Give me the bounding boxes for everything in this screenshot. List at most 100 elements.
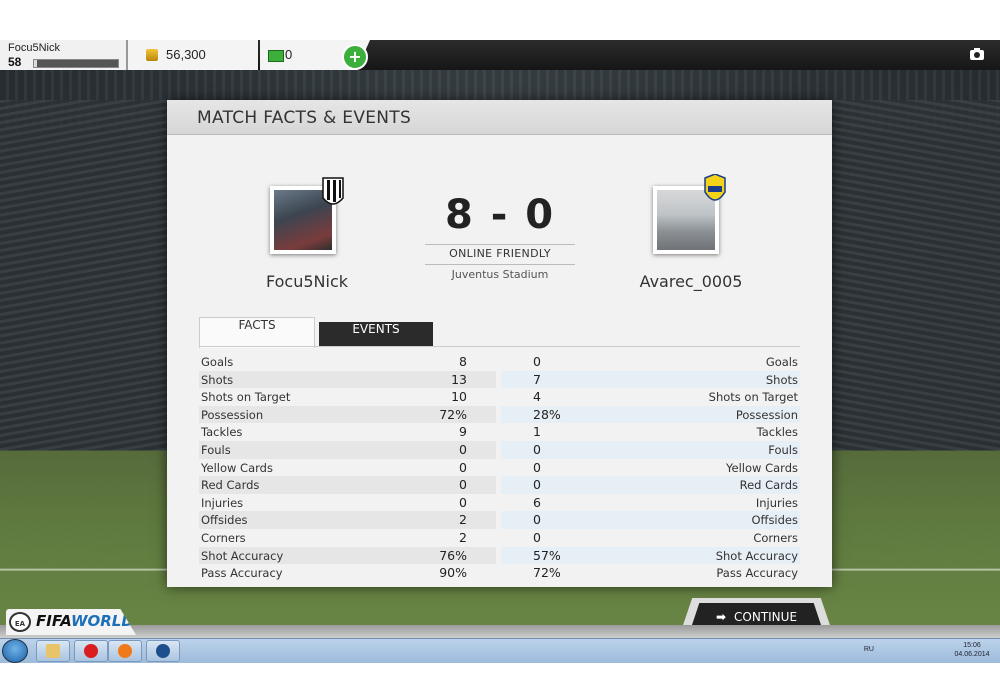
coin-icon — [146, 49, 158, 61]
language-indicator[interactable]: RU — [864, 646, 874, 653]
fifa-points-icon — [268, 50, 284, 62]
ea-logo: EA — [9, 612, 31, 632]
xp-progress-fill — [34, 60, 37, 67]
origin-icon — [118, 644, 132, 658]
anzhi-badge-icon — [704, 174, 726, 201]
match-facts-modal: MATCH FACTS & EVENTS 8 - 0 ONLINE FRIEND… — [167, 100, 832, 587]
profile-box[interactable]: Focu5Nick 58 — [0, 40, 128, 70]
stat-value-away: 72% — [533, 565, 561, 581]
stat-label-home: Fouls — [201, 442, 231, 457]
taskbar-fifa-world[interactable] — [146, 640, 180, 662]
modal-title: MATCH FACTS & EVENTS — [197, 108, 412, 128]
stat-label-away: Shots on Target — [708, 390, 798, 405]
stat-row: Yellow Cards 0 0 Yellow Cards — [199, 459, 800, 477]
juventus-badge-icon — [322, 177, 344, 205]
stat-label-away: Shot Accuracy — [715, 548, 798, 563]
stat-row: Shots on Target 10 4 Shots on Target — [199, 388, 800, 406]
coins-box: 56,300 — [128, 40, 258, 70]
continue-label: CONTINUE — [734, 610, 798, 624]
stats-table: Goals 8 0 Goals Shots 13 7 Shots Shots on Target… — [199, 353, 800, 582]
stat-label-away: Injuries — [755, 495, 798, 510]
xp-progress-bar — [33, 59, 119, 68]
stat-label-home: Shot Accuracy — [201, 548, 284, 563]
stat-label-away: Pass Accuracy — [716, 566, 798, 581]
stat-value-away: 4 — [533, 389, 541, 405]
stat-label-home: Pass Accuracy — [201, 566, 283, 581]
modal-header: MATCH FACTS & EVENTS — [167, 100, 832, 135]
match-type: ONLINE FRIENDLY — [449, 247, 551, 260]
stat-label-away: Goals — [765, 355, 798, 369]
stat-value-home: 2 — [459, 529, 467, 545]
opera-icon — [84, 644, 98, 658]
tab-facts[interactable]: FACTS — [199, 317, 315, 348]
stat-label-home: Corners — [201, 530, 246, 545]
away-team-name: Avarec_0005 — [639, 272, 743, 291]
tab-events[interactable]: EVENTS — [319, 322, 433, 347]
stat-label-away: Fouls — [768, 442, 798, 457]
fifa-points-value: 0 — [285, 47, 293, 62]
stadium-stand-right — [810, 100, 1000, 460]
clock[interactable]: 15:06 04.06.2014 — [952, 641, 992, 659]
stat-row: Pass Accuracy 90% 72% Pass Accuracy — [199, 564, 800, 582]
stat-row: Possession 72% 28% Possession — [199, 405, 800, 424]
stat-value-away: 0 — [533, 354, 541, 369]
stat-label-home: Possession — [201, 407, 264, 422]
start-button[interactable] — [2, 639, 28, 663]
stat-value-home: 0 — [459, 459, 467, 475]
stat-label-home: Red Cards — [201, 478, 260, 493]
stat-row: Shot Accuracy 76% 57% Shot Accuracy — [199, 546, 800, 565]
stat-value-away: 28% — [533, 406, 561, 422]
stat-label-home: Shots on Target — [201, 390, 291, 405]
add-points-button[interactable]: + — [342, 44, 368, 70]
stat-row: Corners 2 0 Corners — [199, 529, 800, 547]
stat-row: Goals 8 0 Goals — [199, 353, 800, 371]
divider — [425, 244, 575, 245]
stat-value-away: 0 — [533, 529, 541, 545]
camera-icon[interactable] — [970, 48, 984, 60]
taskbar-origin[interactable] — [108, 640, 142, 662]
stat-label-away: Possession — [735, 407, 798, 422]
stat-label-home: Yellow Cards — [201, 460, 273, 475]
fifa-world-logo: EA FIFAWORLD — [6, 609, 136, 635]
stat-label-home: Offsides — [201, 513, 248, 528]
stat-row: Red Cards 0 0 Red Cards — [199, 476, 800, 494]
player-level: 58 — [8, 55, 22, 69]
home-team-name: Focu5Nick — [265, 272, 348, 291]
coins-value: 56,300 — [166, 47, 206, 62]
stat-value-home: 90% — [439, 565, 467, 581]
stat-value-home: 8 — [459, 354, 467, 369]
top-bar: Focu5Nick 58 56,300 0 + — [0, 40, 1000, 70]
stat-value-away: 7 — [533, 371, 541, 387]
stat-label-home: Injuries — [201, 495, 244, 510]
stat-label-away: Shots — [765, 372, 798, 387]
stat-label-away: Red Cards — [739, 478, 798, 493]
stat-value-away: 0 — [533, 477, 541, 493]
stat-value-away: 0 — [533, 459, 541, 475]
stat-value-away: 1 — [533, 424, 541, 440]
stat-label-away: Yellow Cards — [726, 460, 798, 475]
taskbar-opera[interactable] — [74, 640, 108, 662]
stadium-name: Juventus Stadium — [451, 268, 549, 281]
stat-row: Offsides 2 0 Offsides — [199, 511, 800, 529]
stat-label-away: Tackles — [756, 425, 798, 440]
stat-row: Fouls 0 0 Fouls — [199, 440, 800, 459]
stat-label-home: Goals — [201, 355, 234, 369]
match-score: 8 - 0 — [444, 192, 556, 238]
stat-value-away: 0 — [533, 512, 541, 528]
divider — [425, 264, 575, 265]
stat-value-home: 76% — [439, 547, 467, 563]
stat-label-away: Offsides — [751, 513, 798, 528]
tabs-divider — [199, 346, 800, 347]
folder-icon — [46, 644, 60, 658]
taskbar-explorer[interactable] — [36, 640, 70, 662]
stat-row: Injuries 0 6 Injuries — [199, 494, 800, 512]
stat-row: Tackles 9 1 Tackles — [199, 423, 800, 441]
clock-time: 15:06 — [963, 642, 981, 649]
bottom-strip — [0, 625, 1000, 638]
clock-date: 04.06.2014 — [954, 651, 990, 658]
stat-value-away: 0 — [533, 441, 541, 457]
stat-label-away: Corners — [753, 530, 798, 545]
stat-value-home: 9 — [459, 424, 467, 440]
stat-value-home: 10 — [451, 389, 467, 405]
stat-value-home: 0 — [459, 441, 467, 457]
